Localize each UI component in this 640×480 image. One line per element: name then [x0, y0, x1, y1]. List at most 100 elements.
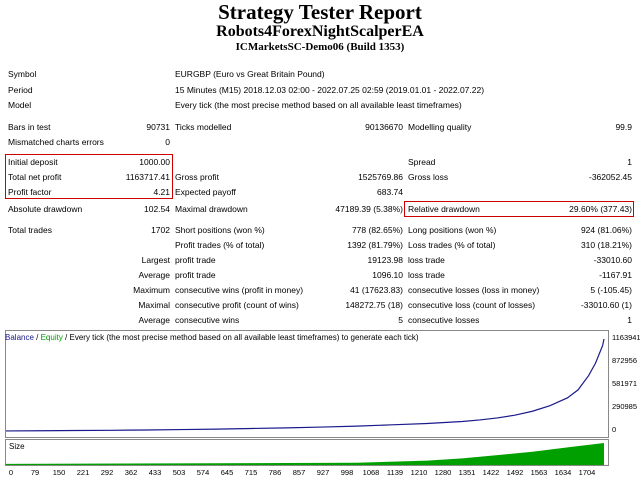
- x-tick-label: 1704: [578, 468, 596, 477]
- x-tick-label: 221: [76, 468, 90, 477]
- max-consec-profit-value: 148272.75 (18): [345, 300, 403, 310]
- period-label: Period: [8, 85, 33, 95]
- period-value: 15 Minutes (M15) 2018.12.03 02:00 - 2022…: [175, 85, 485, 95]
- largest-profit-value: 19123.98: [367, 255, 403, 265]
- spread-label: Spread: [408, 157, 436, 167]
- x-tick-label: 1210: [410, 468, 428, 477]
- deposit-value: 1000.00: [139, 157, 170, 167]
- mismatch-label: Mismatched charts errors: [8, 137, 104, 147]
- x-tick-label: 292: [100, 468, 114, 477]
- max-consec-losses-value: 5 (-105.45): [590, 285, 632, 295]
- x-tick-label: 79: [30, 468, 40, 477]
- long-label: Long positions (won %): [408, 225, 497, 235]
- pf-label: Profit factor: [8, 187, 52, 197]
- y-tick-label: 1163941: [612, 333, 640, 342]
- ea-name: Robots4ForexNightScalperEA: [216, 23, 424, 40]
- x-tick-label: 645: [220, 468, 234, 477]
- quality-value: 99.9: [615, 122, 632, 132]
- spread-value: 1: [627, 157, 632, 167]
- losstrades-label: Loss trades (% of total): [408, 240, 496, 250]
- balance-line: [5, 338, 605, 432]
- average-label: Average: [138, 270, 170, 280]
- chart-legend: Balance / Equity / Every tick (the most …: [5, 333, 419, 343]
- avg-consec-losses-value: 1: [627, 315, 632, 325]
- trades-value: 1702: [151, 225, 170, 235]
- maxdd-value: 47189.39 (5.38%): [335, 204, 403, 214]
- balance-chart: [5, 330, 609, 438]
- size-chart-svg: [6, 443, 604, 465]
- absdd-label: Absolute drawdown: [8, 204, 83, 214]
- model-label: Model: [8, 100, 32, 110]
- x-tick-label: 1068: [362, 468, 380, 477]
- legend-balance: Balance: [5, 333, 34, 342]
- x-tick-label: 1422: [482, 468, 500, 477]
- grossprofit-value: 1525769.86: [358, 172, 403, 182]
- largest-profit-label: profit trade: [175, 255, 216, 265]
- average-loss-value: -1167.91: [599, 270, 632, 280]
- mismatch-value: 0: [165, 137, 170, 147]
- average-profit-value: 1096.10: [372, 270, 403, 280]
- avg-consec-wins-value: 5: [398, 315, 403, 325]
- x-tick-label: 433: [148, 468, 162, 477]
- grossprofit-label: Gross profit: [175, 172, 219, 182]
- average-profit-label: profit trade: [175, 270, 216, 280]
- absdd-value: 102.54: [144, 204, 170, 214]
- quality-label: Modelling quality: [408, 122, 472, 132]
- max-consec-loss-value: -33010.60 (1): [580, 300, 632, 310]
- x-tick-label: 1139: [386, 468, 404, 477]
- reldd-value: 29.60% (377.43): [569, 204, 632, 214]
- netprofit-value: 1163717.41: [125, 172, 170, 182]
- losstrades-value: 310 (18.21%): [580, 240, 632, 250]
- trades-label: Total trades: [8, 225, 52, 235]
- symbol-value: EURGBP (Euro vs Great Britain Pound): [175, 69, 325, 79]
- average-loss-label: loss trade: [408, 270, 445, 280]
- x-tick-label: 1351: [458, 468, 476, 477]
- y-tick-label: 581971: [612, 378, 638, 388]
- bars-label: Bars in test: [8, 122, 51, 132]
- x-tick-label: 1563: [530, 468, 548, 477]
- x-tick-label: 1280: [434, 468, 452, 477]
- x-tick-label: 786: [268, 468, 282, 477]
- short-label: Short positions (won %): [175, 225, 265, 235]
- ticks-value: 90136670: [365, 122, 403, 132]
- payoff-label: Expected payoff: [175, 187, 236, 197]
- profittrades-label: Profit trades (% of total): [175, 240, 265, 250]
- largest-loss-label: loss trade: [408, 255, 445, 265]
- legend-equity: Equity: [40, 333, 63, 342]
- legend-sep: /: [33, 333, 41, 342]
- x-tick-label: 150: [52, 468, 66, 477]
- x-tick-label: 927: [316, 468, 330, 477]
- deposit-label: Initial deposit: [8, 157, 58, 167]
- size-area: [6, 443, 604, 465]
- payoff-value: 683.74: [377, 187, 403, 197]
- size-chart: Size: [5, 439, 609, 466]
- profittrades-value: 1392 (81.79%): [347, 240, 403, 250]
- y-tick-label: 872956: [612, 355, 638, 365]
- maxdd-label: Maximal drawdown: [175, 204, 248, 214]
- x-tick-label: 503: [172, 468, 186, 477]
- x-tick-label: 0: [8, 468, 14, 477]
- symbol-label: Symbol: [8, 69, 37, 79]
- average2-label: Average: [138, 315, 170, 325]
- pf-value: 4.21: [153, 187, 170, 197]
- bars-value: 90731: [146, 122, 170, 132]
- max-consec-loss-label: consecutive loss (count of losses): [408, 300, 536, 310]
- x-tick-label: 715: [244, 468, 258, 477]
- ticks-label: Ticks modelled: [175, 122, 232, 132]
- size-label: Size: [9, 442, 25, 451]
- grossloss-label: Gross loss: [408, 172, 449, 182]
- grossloss-value: -362052.45: [588, 172, 632, 182]
- x-tick-label: 998: [340, 468, 354, 477]
- long-value: 924 (81.06%): [580, 225, 632, 235]
- maximum-label: Maximum: [133, 285, 170, 295]
- max-consec-profit-label: consecutive profit (count of wins): [175, 300, 299, 310]
- avg-consec-wins-label: consecutive wins: [175, 315, 240, 325]
- y-tick-label: 0: [612, 425, 617, 434]
- model-value: Every tick (the most precise method base…: [175, 100, 462, 110]
- netprofit-label: Total net profit: [8, 172, 62, 182]
- x-tick-label: 1634: [554, 468, 572, 477]
- legend-rest: / Every tick (the most precise method ba…: [62, 333, 419, 342]
- avg-consec-losses-label: consecutive losses: [408, 315, 480, 325]
- y-tick-label: 290985: [612, 402, 638, 411]
- max-consec-wins-value: 41 (17623.83): [350, 285, 403, 295]
